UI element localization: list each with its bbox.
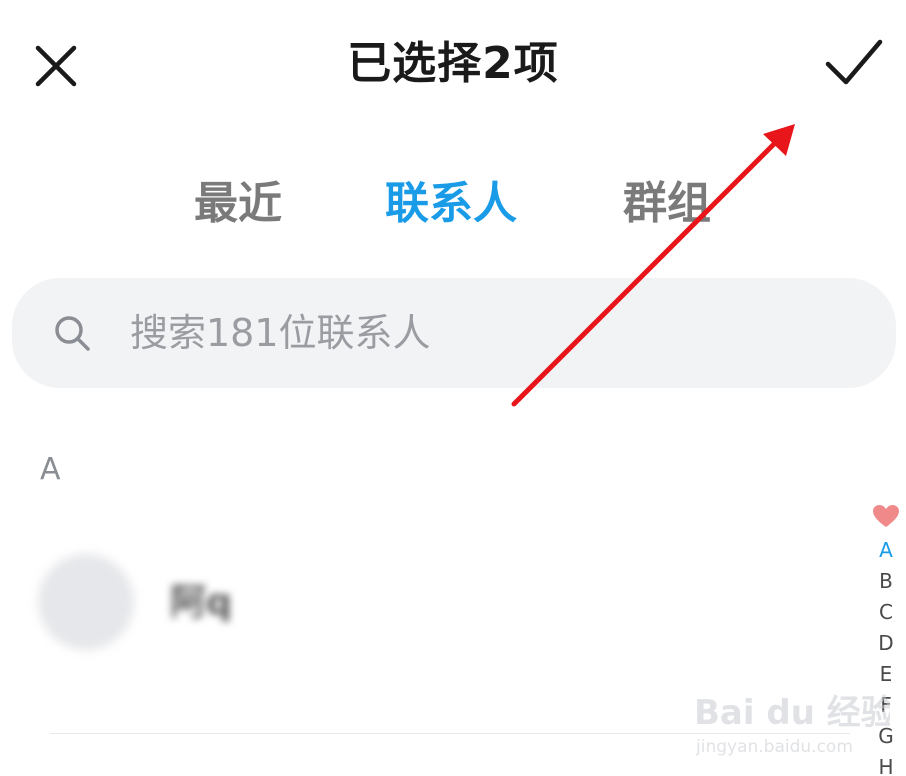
- watermark-brand: Bai du 经验: [694, 693, 890, 733]
- tab-groups[interactable]: 群组: [623, 174, 711, 234]
- search-icon: [55, 316, 90, 351]
- tab-contacts[interactable]: 联系人: [385, 174, 517, 234]
- heart-icon[interactable]: [873, 505, 899, 529]
- search-input[interactable]: 搜索181位联系人: [12, 278, 896, 388]
- index-letter-d[interactable]: D: [870, 628, 902, 659]
- index-letter-a[interactable]: A: [870, 535, 902, 566]
- search-placeholder: 搜索181位联系人: [130, 311, 431, 355]
- index-letter-c[interactable]: C: [870, 597, 902, 628]
- page-title: 已选择2项: [347, 38, 559, 89]
- watermark-logo: Bai du 经验 jingyan.baidu.com: [694, 693, 890, 757]
- contact-row[interactable]: 阿q: [0, 540, 860, 670]
- tab-recent[interactable]: 最近: [194, 174, 282, 234]
- index-letter-b[interactable]: B: [870, 566, 902, 597]
- confirm-button[interactable]: [818, 32, 890, 96]
- checkmark-icon: [825, 39, 883, 85]
- watermark-url: jingyan.baidu.com: [695, 737, 853, 757]
- avatar: [38, 554, 134, 650]
- contact-name: 阿q: [170, 582, 232, 623]
- contact-picker-screen: 已选择2项 最近 联系人 群组 搜索181位联系人 A 阿q A B C D E…: [0, 0, 906, 776]
- section-header-a: A: [40, 452, 61, 487]
